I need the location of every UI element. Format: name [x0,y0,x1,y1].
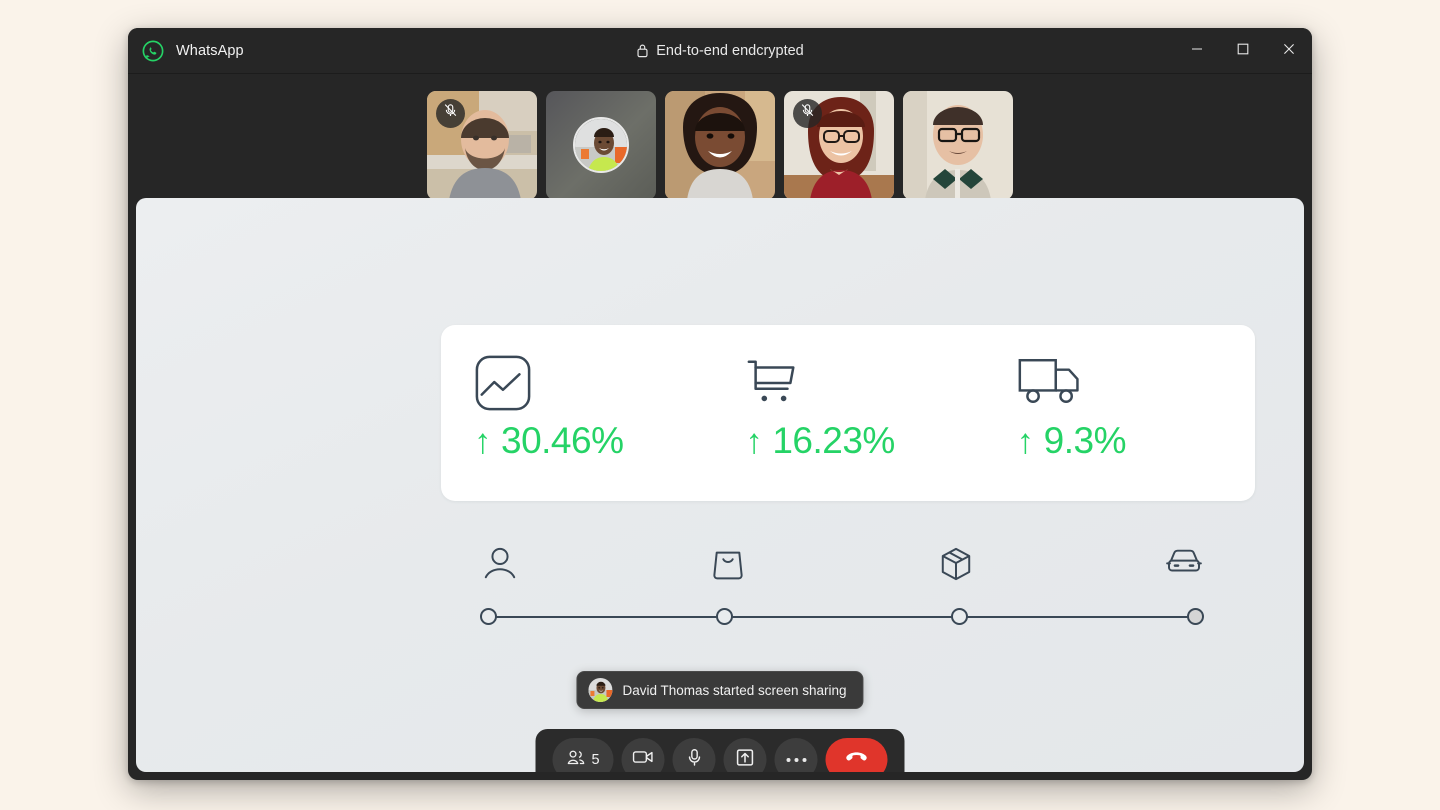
metric-value-row: ↑ 30.46% [474,420,712,462]
close-button[interactable] [1266,28,1312,74]
notification-text: David Thomas started screen sharing [622,682,847,698]
app-brand: WhatsApp [128,40,244,62]
chart-image-icon [474,354,712,416]
avatar [588,678,613,702]
timeline-nodes [480,608,1204,625]
shopping-cart-icon [745,354,983,416]
timeline-icons [480,546,1204,582]
participant-tile[interactable] [546,90,656,200]
share-screen-button[interactable] [723,738,767,772]
window-controls [1174,28,1312,74]
timeline-node[interactable] [480,608,497,625]
maximize-icon [1237,42,1249,60]
participant-count: 5 [591,751,600,768]
microphone-icon [686,748,702,772]
microphone-button[interactable] [672,738,716,772]
mute-badge [793,98,822,128]
mic-off-icon [800,103,815,123]
camera-button[interactable] [621,738,665,772]
trend-up-icon: ↑ [745,421,763,461]
delivery-truck-icon [1017,354,1255,416]
shopping-bag-icon [708,546,748,582]
mic-off-icon [443,103,458,123]
trend-up-icon: ↑ [474,421,492,461]
metric-value: 30.46% [501,420,624,461]
whatsapp-logo-icon [142,40,164,62]
mute-badge [436,98,465,128]
more-options-button[interactable] [774,738,818,772]
metric-item: ↑ 16.23% [712,325,983,501]
timeline-node[interactable] [1186,608,1204,625]
minimize-button[interactable] [1174,28,1220,74]
app-title: WhatsApp [176,42,244,59]
participants-button[interactable]: 5 [552,738,614,772]
lock-icon [636,43,649,58]
package-box-icon [936,546,976,582]
minimize-icon [1191,42,1203,60]
person-icon [480,546,520,582]
metric-value: 9.3% [1043,420,1127,461]
metric-item: ↑ 9.3% [984,325,1255,501]
title-bar: WhatsApp End-to-end endcrypted [128,28,1312,74]
people-icon [566,749,585,771]
participant-tile[interactable] [784,90,894,200]
order-progress-timeline [480,546,1204,646]
metrics-card: ↑ 30.46% ↑ 16.23% ↑ 9.3% [441,325,1255,501]
timeline-node[interactable] [715,608,733,625]
screen-share-notification: David Thomas started screen sharing [576,671,864,709]
call-control-bar: 5 [535,729,905,772]
participant-tile[interactable] [903,90,1013,200]
timeline-node[interactable] [951,608,969,625]
car-front-icon [1164,546,1204,582]
avatar [573,117,629,173]
maximize-button[interactable] [1220,28,1266,74]
whatsapp-call-window: WhatsApp End-to-end endcrypted ↑ 30.46% … [128,28,1312,780]
encryption-status: End-to-end endcrypted [128,28,1312,73]
more-dots-icon [786,757,806,762]
metric-value: 16.23% [772,420,895,461]
metric-value-row: ↑ 9.3% [1017,420,1255,462]
participant-tile[interactable] [665,90,775,200]
metric-item: ↑ 30.46% [441,325,712,501]
trend-up-icon: ↑ [1016,421,1035,461]
end-call-button[interactable] [825,738,888,772]
video-camera-icon [632,749,654,770]
share-screen-icon [736,748,755,772]
metric-value-row: ↑ 16.23% [745,420,983,462]
shared-screen-area[interactable]: ↑ 30.46% ↑ 16.23% ↑ 9.3% David Thomas st… [136,198,1304,772]
participant-tile[interactable] [427,90,537,200]
encryption-label: End-to-end endcrypted [656,42,804,59]
participant-thumbnail-strip [128,74,1312,216]
close-icon [1283,42,1295,60]
end-call-icon [845,749,869,770]
